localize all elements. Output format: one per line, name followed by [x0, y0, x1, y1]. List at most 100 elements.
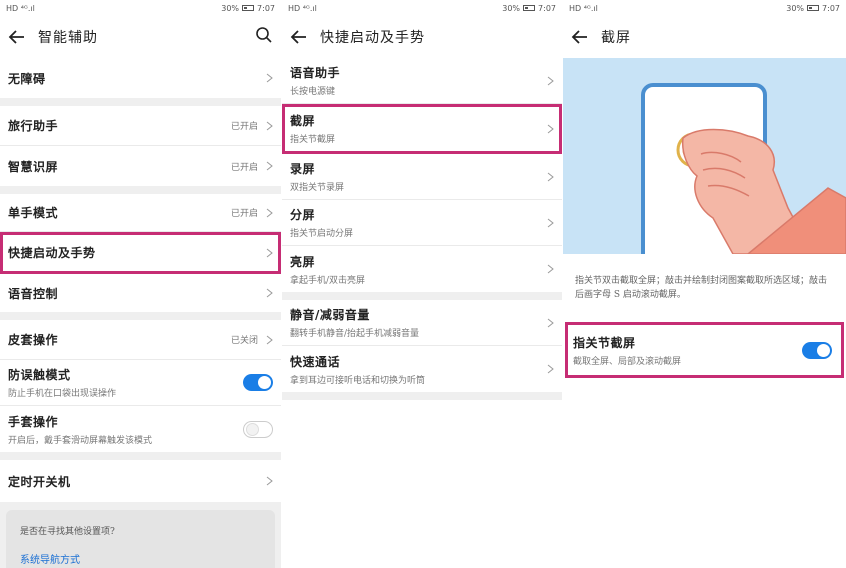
battery-percent: 30% [786, 3, 805, 13]
quick-call-label: 快速通话 [290, 354, 341, 369]
anti-mistouch-label: 防误触模式 [8, 368, 71, 382]
voice-control-row[interactable]: 语音控制 [0, 274, 281, 312]
knuckle-screenshot-row: 指关节截屏截取全屏、局部及滚动截屏 [565, 322, 844, 378]
screen-record-label: 录屏 [290, 162, 316, 176]
quick-launch-gestures-label: 快捷启动及手势 [8, 246, 96, 260]
travel-assistant-label: 旅行助手 [8, 119, 59, 133]
scheduled-power-label: 定时开关机 [8, 474, 71, 489]
screenshot-label: 截屏 [290, 114, 316, 128]
chevron-right-icon [266, 288, 273, 298]
status-bar: HD ⁴ᴳ.ıl 30% 7:07 [0, 0, 281, 16]
one-hand-mode-label: 单手模式 [8, 206, 59, 220]
feature-description: 指关节双击截取全屏；敲击并绘制封闭图案截取所选区域；敲击后画字母 S 启动滚动截… [563, 254, 846, 314]
chevron-right-icon [266, 161, 273, 171]
travel-assistant-status: 已开启 [230, 122, 258, 132]
clock: 7:07 [822, 3, 840, 13]
title-bar: 快捷启动及手势 [282, 16, 562, 58]
split-screen-label: 分屏 [290, 208, 316, 222]
back-arrow-icon[interactable] [571, 28, 589, 46]
voice-assistant-row[interactable]: 语音助手 长按电源键 [282, 58, 562, 104]
title-bar: 智能辅助 [0, 16, 281, 58]
voice-assistant-label: 语音助手 [290, 66, 341, 80]
chevron-right-icon [266, 248, 273, 257]
one-hand-mode-status: 已开启 [230, 209, 258, 219]
battery-icon [523, 5, 536, 11]
page-title: 智能辅助 [38, 30, 98, 46]
accessibility-row[interactable]: 无障碍 [0, 58, 281, 98]
back-arrow-icon[interactable] [290, 28, 308, 46]
voice-assistant-desc: 长按电源键 [290, 87, 336, 97]
chevron-right-icon [547, 218, 554, 227]
status-bar: HD ⁴ᴳ.ıl 30% 7:07 [563, 0, 846, 16]
split-screen-row[interactable]: 分屏 指关节启动分屏 [282, 200, 562, 246]
signal-indicator: HD ⁴ᴳ.ıl [288, 3, 317, 13]
quick-launch-gestures-row[interactable]: 快捷启动及手势 [0, 232, 281, 274]
voice-control-label: 语音控制 [8, 286, 59, 301]
mute-row[interactable]: 静音/减弱音量翻转手机静音/抬起手机减弱音量 [282, 300, 562, 346]
suggestion-card: 是否在寻找其他设置项? 系统导航方式 [6, 510, 275, 568]
battery-percent: 30% [221, 3, 240, 13]
wake-screen-label: 亮屏 [290, 254, 316, 269]
chevron-right-icon [266, 335, 273, 344]
chevron-right-icon [547, 124, 554, 133]
glove-mode-desc: 开启后，戴手套滑动屏幕触发该模式 [8, 435, 153, 446]
accessibility-label: 无障碍 [8, 71, 46, 86]
battery-icon [807, 5, 820, 11]
back-arrow-icon[interactable] [8, 28, 26, 46]
signal-indicator: HD ⁴ᴳ.ıl [569, 3, 598, 13]
chevron-right-icon [547, 364, 554, 374]
search-icon[interactable] [255, 26, 273, 48]
one-hand-mode-row[interactable]: 单手模式 已开启 [0, 194, 281, 232]
chevron-right-icon [266, 121, 273, 130]
page-title: 截屏 [601, 30, 631, 46]
status-bar: HD ⁴ᴳ.ıl 30% 7:07 [282, 0, 562, 16]
chevron-right-icon [547, 172, 554, 181]
chevron-right-icon [266, 208, 273, 217]
clock: 7:07 [538, 3, 556, 13]
glove-mode-row: 手套操作开启后，戴手套滑动屏幕触发该模式 [0, 406, 281, 452]
glove-mode-label: 手套操作 [8, 414, 59, 429]
travel-assistant-row[interactable]: 旅行助手 已开启 [0, 106, 281, 146]
scheduled-power-row[interactable]: 定时开关机 [0, 460, 281, 502]
smart-screen-row[interactable]: 智慧识屏 已开启 [0, 146, 281, 186]
smart-screen-status: 已开启 [230, 162, 258, 173]
split-screen-desc: 指关节启动分屏 [290, 229, 354, 239]
quick-call-desc: 拿到耳边可接听电话和切换为听筒 [290, 375, 426, 386]
screenshot-row[interactable]: 截屏 指关节截屏 [282, 104, 562, 154]
quick-launch-screen: HD ⁴ᴳ.ıl 30% 7:07 快捷启动及手势 语音助手长按电源键 截屏指关节… [282, 0, 562, 568]
knuckle-screenshot-desc: 截取全屏、局部及滚动截屏 [573, 356, 682, 367]
chevron-right-icon [266, 73, 273, 83]
battery-percent: 30% [502, 3, 521, 13]
wake-screen-desc: 拿起手机/双击亮屏 [290, 275, 366, 286]
quick-call-row[interactable]: 快速通话拿到耳边可接听电话和切换为听筒 [282, 346, 562, 392]
anti-mistouch-toggle[interactable] [243, 374, 273, 391]
cover-operation-label: 皮套操作 [8, 333, 59, 347]
knuckle-gesture-illustration [563, 58, 846, 254]
anti-mistouch-desc: 防止手机在口袋出现误操作 [8, 389, 117, 399]
anti-mistouch-row: 防误触模式防止手机在口袋出现误操作 [0, 360, 281, 406]
screen-record-row[interactable]: 录屏 双指关节录屏 [282, 154, 562, 200]
suggestion-question: 是否在寻找其他设置项? [20, 527, 115, 537]
wake-screen-row[interactable]: 亮屏拿起手机/双击亮屏 [282, 246, 562, 292]
knuckle-screenshot-label: 指关节截屏 [573, 335, 636, 350]
knuckle-screenshot-toggle[interactable] [802, 341, 832, 359]
screenshot-settings-screen: HD ⁴ᴳ.ıl 30% 7:07 截屏 指关节双击截取全屏；敲击并绘制封闭图案截… [563, 0, 846, 568]
cover-operation-status: 已关闭 [230, 336, 258, 346]
battery-icon [242, 5, 255, 11]
title-bar: 截屏 [563, 16, 846, 58]
mute-desc: 翻转手机静音/抬起手机减弱音量 [290, 329, 420, 339]
chevron-right-icon [266, 476, 273, 486]
glove-mode-toggle[interactable] [243, 420, 273, 438]
chevron-right-icon [547, 264, 554, 274]
smart-assist-screen: HD ⁴ᴳ.ıl 30% 7:07 智能辅助 无障碍 旅行助手 已开启 智慧识屏 … [0, 0, 281, 568]
screenshot-desc: 指关节截屏 [290, 135, 336, 145]
system-navigation-link[interactable]: 系统导航方式 [20, 551, 261, 566]
cover-operation-row[interactable]: 皮套操作 已关闭 [0, 320, 281, 360]
chevron-right-icon [547, 318, 554, 327]
clock: 7:07 [257, 3, 275, 13]
chevron-right-icon [547, 76, 554, 85]
screen-record-desc: 双指关节录屏 [290, 183, 345, 193]
page-title: 快捷启动及手势 [320, 30, 425, 46]
mute-label: 静音/减弱音量 [290, 308, 370, 322]
smart-screen-label: 智慧识屏 [8, 159, 59, 174]
